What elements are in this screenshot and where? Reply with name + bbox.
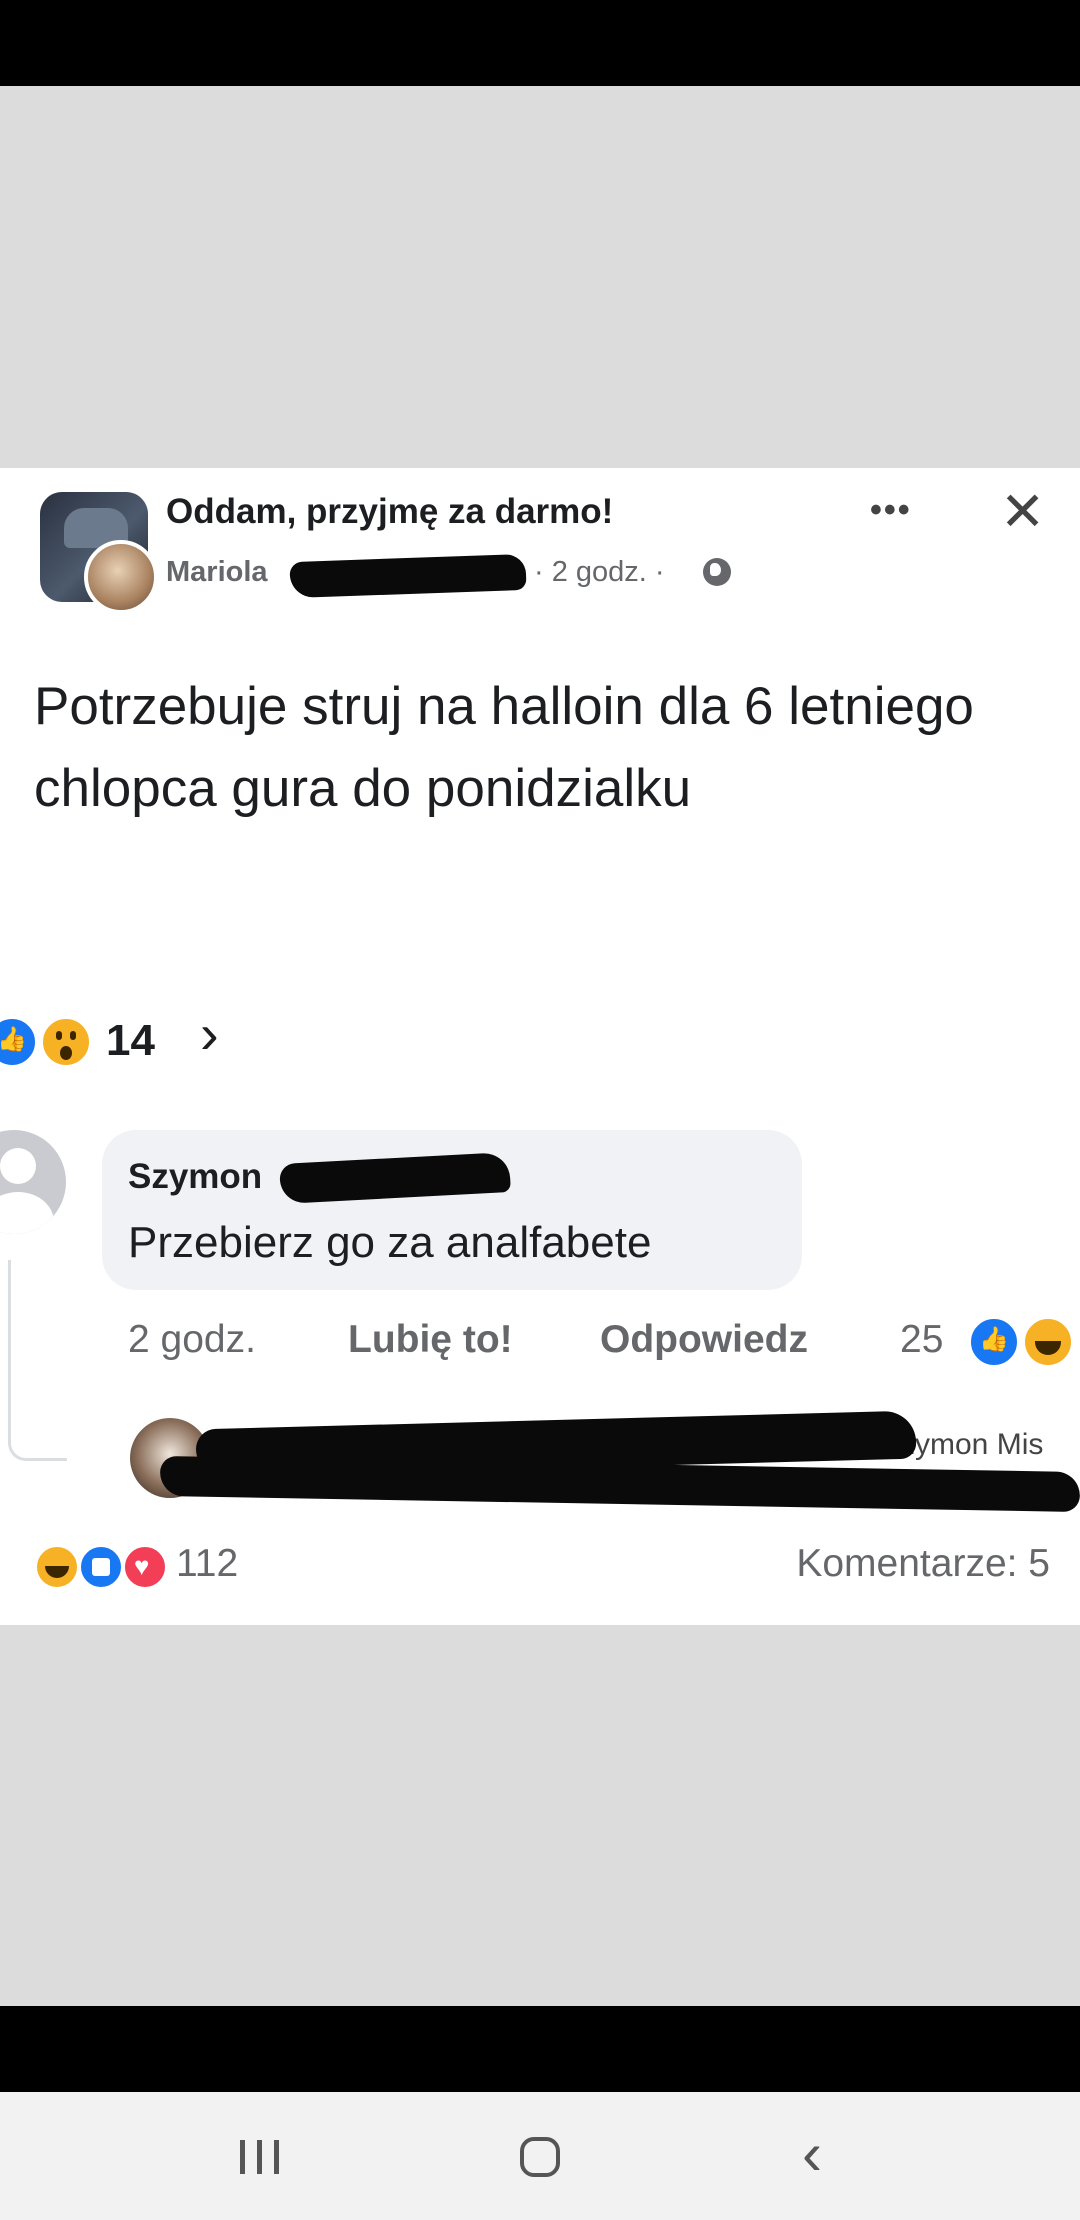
back-icon[interactable]: ‹	[802, 2124, 822, 2184]
author-avatar[interactable]	[84, 540, 158, 614]
group-name[interactable]: Oddam, przyjmę za darmo!	[166, 492, 613, 532]
dimmed-background-top	[0, 86, 1080, 468]
dimmed-background-bottom	[0, 1625, 1080, 2006]
post-reaction-count[interactable]: 14	[106, 1016, 155, 1066]
comments-count-link[interactable]: Komentarze: 5	[796, 1542, 1050, 1586]
close-icon[interactable]: ✕	[1000, 484, 1045, 540]
comment-timestamp: 2 godz.	[128, 1318, 256, 1361]
comment-author[interactable]: Szymon	[128, 1157, 262, 1197]
haha-reaction-icon	[34, 1544, 80, 1590]
comment-reaction-count[interactable]: 25	[900, 1318, 943, 1362]
post-timestamp: · 2 godz. ·	[534, 556, 665, 588]
globe-icon	[703, 558, 731, 586]
post-text: Potrzebuje struj na halloin dla 6 letnie…	[34, 677, 974, 818]
chevron-right-icon[interactable]: ›	[200, 1006, 219, 1062]
comment-like-button[interactable]: Lubię to!	[348, 1318, 513, 1362]
like-reaction-icon	[78, 1544, 124, 1590]
comment-text: Przebierz go za analfabete	[128, 1218, 652, 1267]
footer-reaction-count[interactable]: 112	[176, 1542, 238, 1586]
more-dots-icon[interactable]: •••	[870, 493, 912, 527]
comment-reply-button[interactable]: Odpowiedz	[600, 1318, 808, 1362]
love-reaction-icon	[122, 1544, 168, 1590]
black-bar	[0, 2006, 1080, 2092]
haha-reaction-icon	[1022, 1316, 1074, 1368]
status-bar	[0, 0, 1080, 86]
post-author[interactable]: Mariola	[166, 556, 268, 589]
home-icon[interactable]	[520, 2137, 560, 2177]
reply-thread-line	[8, 1260, 67, 1461]
wow-reaction-icon	[40, 1016, 92, 1068]
like-reaction-icon	[968, 1316, 1020, 1368]
author-name[interactable]: Mariola	[166, 556, 268, 588]
recents-icon[interactable]	[240, 2140, 280, 2174]
